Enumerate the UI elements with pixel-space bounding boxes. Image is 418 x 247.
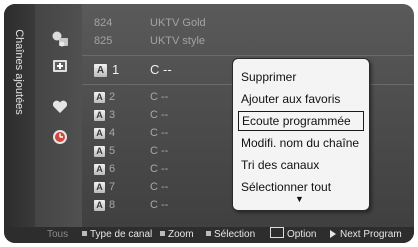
footer-tous[interactable]: Tous [47,227,68,243]
play-arrow-icon [330,230,336,238]
footer-channel-type[interactable]: Type de canal [82,227,152,243]
list-item[interactable]: 824 UKTV Gold [82,15,414,32]
channel-manager-panel: Chaînes ajoutées 824 UKTV Gold 825 UKTV … [4,4,414,243]
options-popup-menu: Supprimer Ajouter aux favoris Ecoute pro… [232,58,370,211]
footer-help-bar: Tous Type de canal Zoom Sélection Option… [4,227,414,243]
menu-item-programmed-listening[interactable]: Ecoute programmée [238,111,364,131]
side-tab-label: Chaînes ajoutées [13,29,25,115]
tv-menu-screen: Chaînes ajoutées 824 UKTV Gold 825 UKTV … [0,0,418,247]
analog-badge: A [94,164,105,175]
favourites-heart-icon[interactable] [51,98,69,116]
scroll-down-arrow-icon[interactable]: ▼ [295,194,304,204]
side-tab[interactable]: Chaînes ajoutées [4,4,35,227]
analog-badge: A [94,110,105,121]
footer-zoom[interactable]: Zoom [160,227,194,243]
menu-item-supprimer[interactable]: Supprimer [238,67,364,87]
analog-badge: A [94,64,107,77]
analog-badge: A [94,92,105,103]
analog-badge: A [94,146,105,157]
add-channel-icon[interactable] [51,57,69,75]
menu-item-edit-channel-name[interactable]: Modifi. nom du chaîne [238,133,364,153]
color-key-icon [82,231,87,236]
analog-badge: A [94,128,105,139]
footer-selection[interactable]: Sélection [206,227,255,243]
menu-item-sort-channels[interactable]: Tri des canaux [238,155,364,175]
footer-next-program[interactable]: Next Program [330,227,402,243]
divider [82,55,414,56]
channel-list-icon[interactable] [51,30,69,48]
list-item[interactable]: 825 UKTV style [82,33,414,50]
footer-option[interactable]: Option [270,227,316,243]
color-key-icon [160,231,165,236]
icon-column [35,4,82,227]
color-key-icon [206,231,211,236]
programmed-clock-icon[interactable] [51,128,69,146]
analog-badge: A [94,182,105,193]
option-menu-icon [270,227,284,238]
menu-item-add-favourites[interactable]: Ajouter aux favoris [238,89,364,109]
analog-badge: A [94,200,105,211]
